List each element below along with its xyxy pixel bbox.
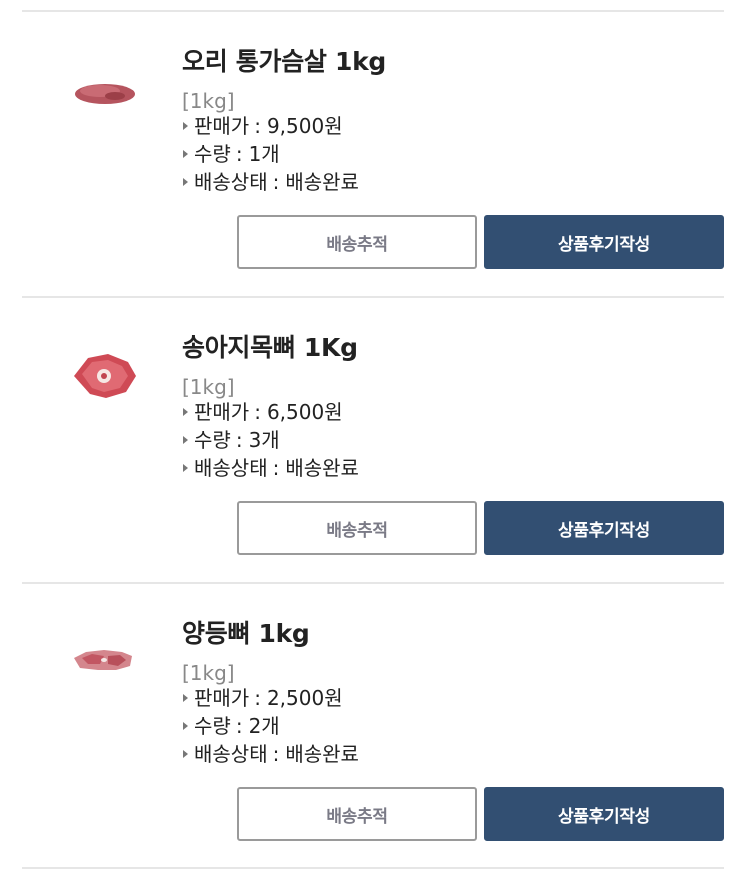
bullet-arrow-icon: [183, 463, 188, 472]
quantity-value: 2개: [248, 714, 280, 738]
bullet-arrow-icon: [183, 435, 188, 444]
separator: :: [254, 114, 261, 138]
status-label: 배송상태: [194, 742, 268, 766]
price-row: 판매가:2,500원: [183, 685, 343, 711]
quantity-value: 1개: [248, 142, 280, 166]
order-item: 오리 통가슴살 1kg [1kg] 판매가:9,500원 수량:1개 배송상태:…: [0, 11, 745, 297]
price-value: 9,500원: [266, 114, 343, 138]
separator: :: [272, 742, 280, 766]
product-name[interactable]: 송아지목뼈 1Kg: [182, 328, 358, 364]
price-label: 판매가: [194, 114, 250, 138]
price-value: 6,500원: [266, 400, 343, 424]
write-review-button[interactable]: 상품후기작성: [484, 501, 724, 555]
track-delivery-button[interactable]: 배송추적: [237, 501, 477, 555]
order-item: 송아지목뼈 1Kg [1kg] 판매가:6,500원 수량:3개 배송상태: 배송…: [0, 297, 745, 583]
price-value: 2,500원: [266, 686, 343, 710]
status-value: 배송완료: [285, 456, 359, 480]
status-value: 배송완료: [285, 742, 359, 766]
price-row: 판매가:6,500원: [183, 399, 343, 425]
status-label: 배송상태: [194, 456, 268, 480]
quantity-value: 3개: [248, 428, 280, 452]
write-review-button[interactable]: 상품후기작성: [484, 215, 724, 269]
bullet-arrow-icon: [183, 177, 188, 186]
status-row: 배송상태: 배송완료: [183, 455, 359, 481]
status-row: 배송상태: 배송완료: [183, 169, 359, 195]
separator: :: [235, 142, 243, 166]
separator: :: [235, 428, 243, 452]
bullet-arrow-icon: [183, 149, 188, 158]
quantity-label: 수량: [194, 714, 231, 738]
status-label: 배송상태: [194, 170, 268, 194]
product-name[interactable]: 양등뼈 1kg: [182, 614, 310, 650]
separator: :: [272, 456, 280, 480]
separator: :: [235, 714, 243, 738]
divider: [22, 867, 724, 869]
bullet-arrow-icon: [183, 721, 188, 730]
status-value: 배송완료: [285, 170, 359, 194]
price-label: 판매가: [194, 686, 250, 710]
track-delivery-button[interactable]: 배송추적: [237, 787, 477, 841]
bullet-arrow-icon: [183, 749, 188, 758]
quantity-row: 수량:3개: [183, 427, 280, 453]
status-row: 배송상태: 배송완료: [183, 741, 359, 767]
track-delivery-button[interactable]: 배송추적: [237, 215, 477, 269]
price-row: 판매가:9,500원: [183, 113, 343, 139]
quantity-label: 수량: [194, 142, 231, 166]
price-label: 판매가: [194, 400, 250, 424]
write-review-button[interactable]: 상품후기작성: [484, 787, 724, 841]
bullet-arrow-icon: [183, 693, 188, 702]
product-thumbnail[interactable]: [60, 626, 150, 696]
product-thumbnail[interactable]: [60, 340, 150, 410]
separator: :: [272, 170, 280, 194]
quantity-label: 수량: [194, 428, 231, 452]
quantity-row: 수량:1개: [183, 141, 280, 167]
quantity-row: 수량:2개: [183, 713, 280, 739]
product-option: [1kg]: [182, 661, 235, 685]
product-option: [1kg]: [182, 89, 235, 113]
bullet-arrow-icon: [183, 407, 188, 416]
bullet-arrow-icon: [183, 121, 188, 130]
product-thumbnail[interactable]: [60, 54, 150, 124]
order-item: 양등뼈 1kg [1kg] 판매가:2,500원 수량:2개 배송상태: 배송완료…: [0, 583, 745, 869]
product-option: [1kg]: [182, 375, 235, 399]
separator: :: [254, 686, 261, 710]
separator: :: [254, 400, 261, 424]
product-name[interactable]: 오리 통가슴살 1kg: [182, 42, 386, 78]
